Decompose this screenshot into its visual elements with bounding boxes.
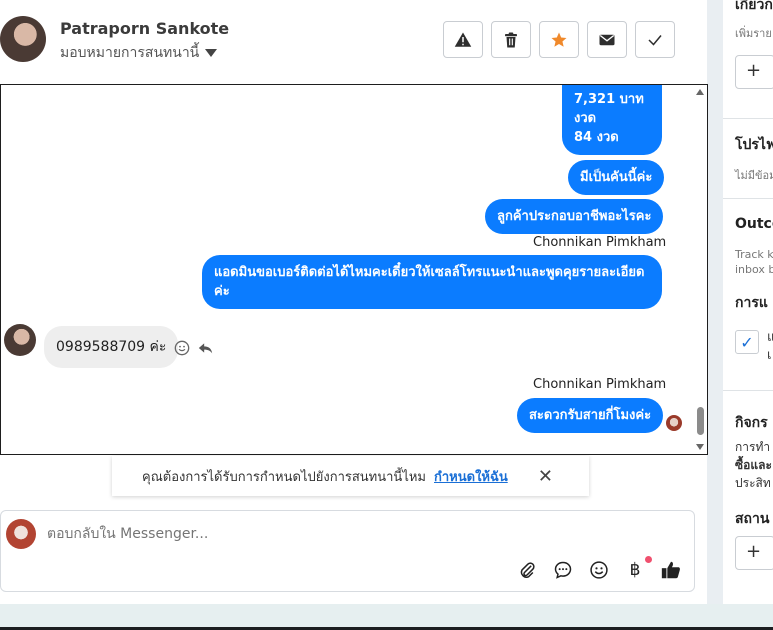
message-line: แอดมินขอเบอร์ติดต่อได้ไหมคะเดี๋ยวให้เซลล… [214,265,645,280]
notification-dot [645,556,652,563]
warning-icon [454,32,472,47]
chat-bubble-icon[interactable] [552,559,574,581]
message-bubble-incoming[interactable]: 0989588709 ค่ะ [44,326,179,368]
emoji-icon[interactable] [588,559,610,581]
scroll-down-arrow-icon[interactable] [696,444,704,450]
checkbox-label-2: เ [767,348,772,363]
close-icon[interactable]: ✕ [538,466,553,487]
message-bubble-outgoing[interactable]: 7,321 บาท งวด 84 งวด [562,85,662,155]
react-emoji-icon[interactable] [174,340,190,356]
contact-name[interactable]: Patraporn Sankote [60,19,229,38]
message-bubble-outgoing[interactable]: แอดมินขอเบอร์ติดต่อได้ไหมคะเดี๋ยวให้เซลล… [202,255,662,309]
message-line: งวด [574,111,597,126]
divider [723,118,773,119]
delete-button[interactable] [491,21,531,58]
message-line: 84 งวด [574,130,619,145]
outcome-title: Outco [735,216,773,232]
composer-actions: ฿ [516,559,682,581]
activity-line-1: การทำ [735,440,771,454]
star-button[interactable] [539,21,579,58]
message-bubble-outgoing[interactable]: ลูกค้าประกอบอาชีพอะไรคะ [485,199,664,234]
conversation-toolbar [443,21,675,58]
activity-line-2: ซื้อและ [735,458,772,472]
sender-name: Chonnikan Pimkham [533,377,667,392]
status-title: สถาน [735,511,770,527]
assign-to-me-link[interactable]: กำหนดให้ฉัน [434,466,508,487]
message-bubble-outgoing[interactable]: มีเป็นคันนี้ค่ะ [568,160,665,195]
about-title: เกี่ยวก [735,0,773,13]
scroll-up-arrow-icon[interactable] [696,89,704,95]
sender-name: Chonnikan Pimkham [533,235,667,250]
mark-unread-button[interactable] [587,21,627,58]
activity-title: กิจกร [735,415,768,431]
scroll-thumb[interactable] [697,407,704,435]
profile-sub: ไม่มีข้อม [735,169,773,182]
assign-dropdown[interactable]: มอบหมายการสนทนานี้ [60,42,218,64]
message-line: ค่ะ [214,284,230,299]
activity-line-3: ประสิท [735,476,771,490]
mark-spam-button[interactable] [443,21,483,58]
outcome-sub-2: inbox b [735,263,773,276]
contact-avatar[interactable] [0,16,46,62]
paperclip-icon[interactable] [516,559,538,581]
add-button[interactable]: + [735,55,773,89]
outcome-sub-3: การแ [735,295,768,311]
message-thread[interactable]: 7,321 บาท งวด 84 งวด มีเป็นคันนี้ค่ะ ลูก… [0,84,708,455]
assign-reminder-banner: คุณต้องการได้รับการกำหนดไปยังการสนทนานี้… [112,456,589,496]
chevron-down-icon [205,49,218,57]
profile-title: โปรไฟ [735,137,773,153]
my-avatar [6,519,36,549]
details-sidebar: เกี่ยวก เพิ่มราย + โปรไฟ ไม่มีข้อม Outco… [723,0,773,604]
check-icon [648,34,662,46]
divider [723,390,773,391]
reply-input[interactable] [47,523,647,545]
mark-done-button[interactable] [635,21,675,58]
add-status-button[interactable]: + [735,536,773,570]
trash-icon [505,32,517,47]
message-line: 7,321 บาท [574,92,644,107]
outcome-checkbox[interactable]: ✓ [735,330,759,354]
star-icon [551,32,567,47]
scrollbar[interactable] [695,85,707,454]
seen-avatar [666,415,682,431]
thumbs-up-icon[interactable] [660,559,682,581]
contact-avatar-small [4,324,36,356]
reminder-text: คุณต้องการได้รับการกำหนดไปยังการสนทนานี้… [142,469,426,485]
envelope-icon [599,34,615,45]
conversation-panel: Patraporn Sankote มอบหมายการสนทนานี้ 7,3… [0,0,708,604]
about-sub: เพิ่มราย [735,27,772,40]
reply-composer: ฿ [0,510,695,592]
baht-icon[interactable]: ฿ [624,559,646,581]
message-bubble-outgoing[interactable]: สะดวกรับสายกี่โมงค่ะ [517,398,664,433]
outcome-sub-1: Track k [735,248,773,261]
divider [723,198,773,199]
reply-icon[interactable] [197,340,214,356]
assign-label: มอบหมายการสนทนานี้ [60,45,200,61]
